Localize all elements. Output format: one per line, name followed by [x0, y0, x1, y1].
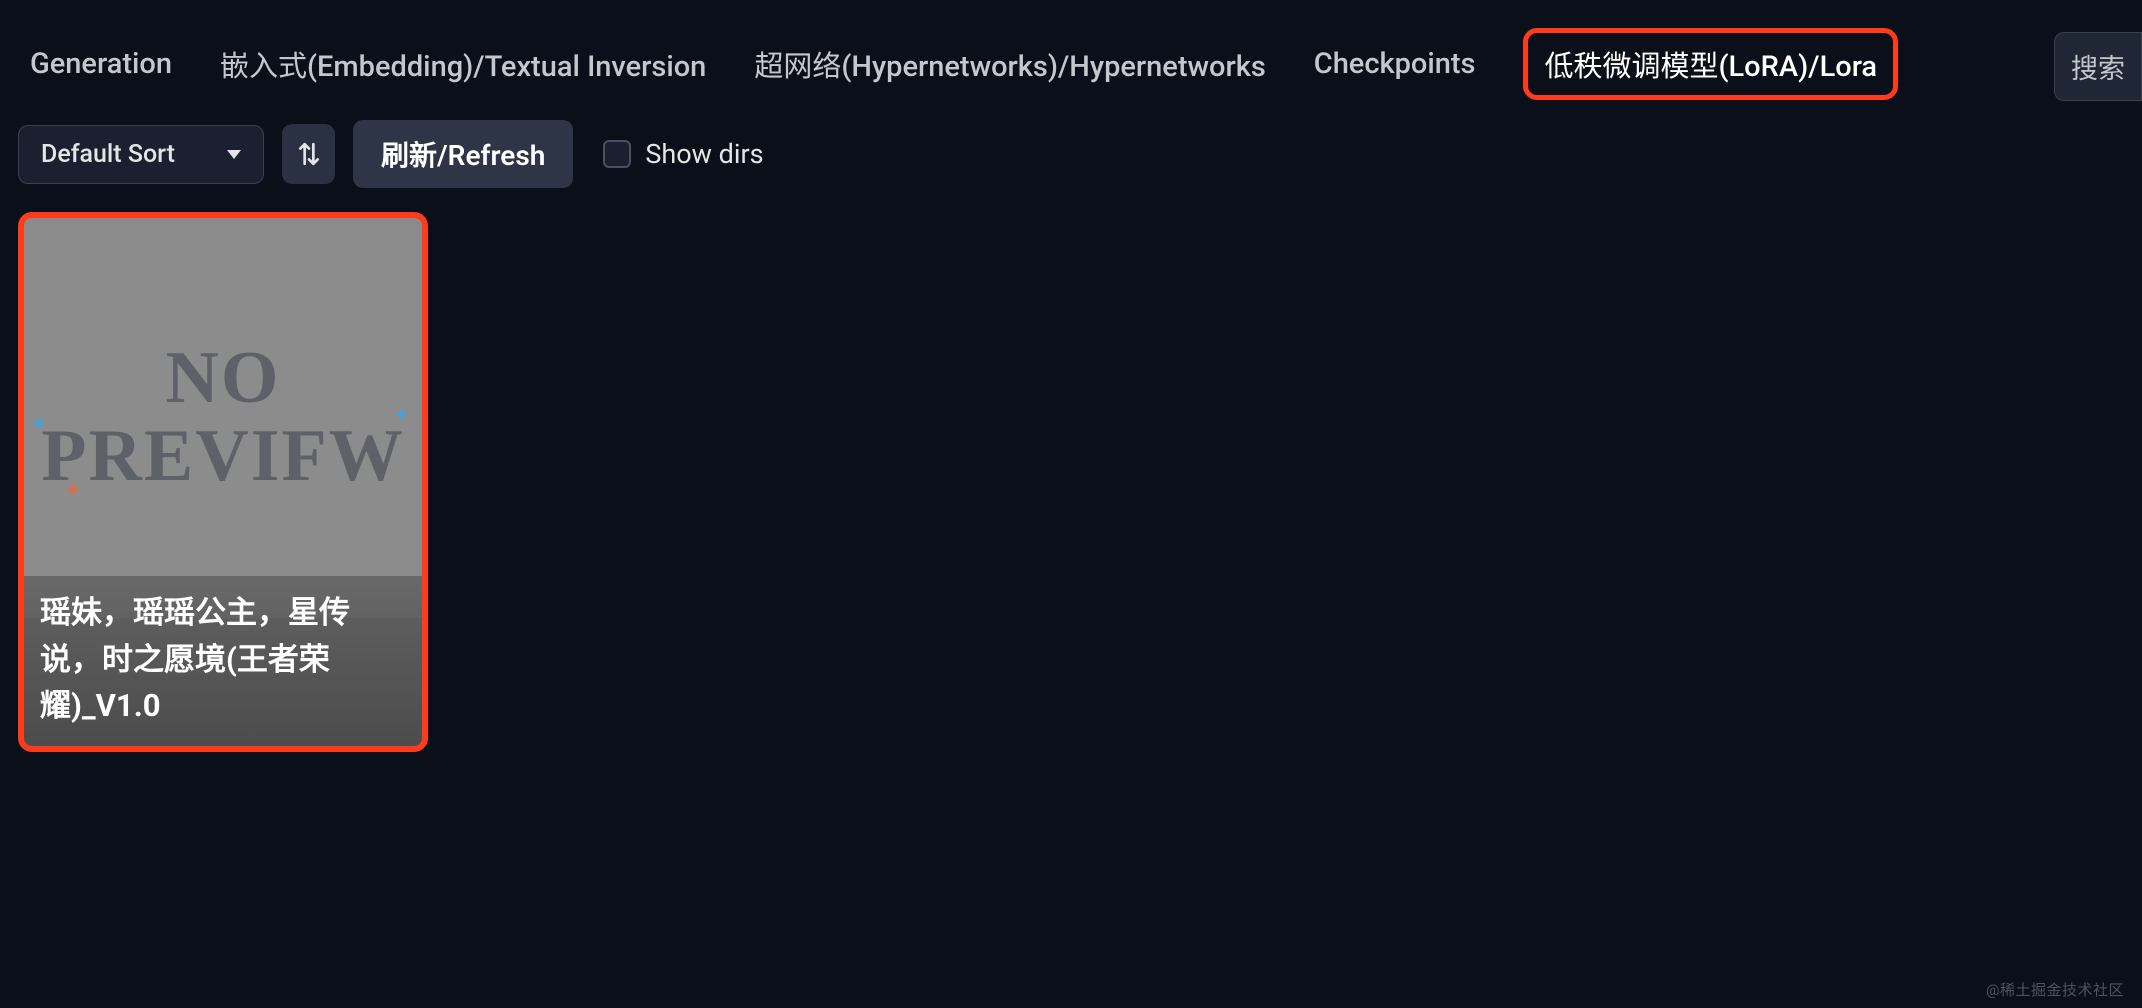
sort-dropdown[interactable]: Default Sort: [18, 125, 264, 184]
show-dirs-label: Show dirs: [645, 138, 763, 170]
no-preview-placeholder: NO PREVIFW ✦ ✦ ✦: [41, 340, 404, 495]
show-dirs-checkbox[interactable]: [603, 140, 631, 168]
tab-generation[interactable]: Generation: [30, 47, 172, 81]
sort-label: Default Sort: [41, 140, 175, 169]
tab-bar: Generation 嵌入式(Embedding)/Textual Invers…: [0, 0, 2142, 114]
refresh-button[interactable]: 刷新/Refresh: [353, 120, 573, 188]
tab-checkpoints[interactable]: Checkpoints: [1314, 47, 1476, 81]
caret-down-icon: [227, 150, 241, 159]
model-preview: NO PREVIFW ✦ ✦ ✦: [24, 218, 422, 618]
tab-hypernetworks[interactable]: 超网络(Hypernetworks)/Hypernetworks: [754, 43, 1265, 85]
watermark: @稀土掘金技术社区: [1986, 979, 2124, 1000]
search-button[interactable]: 搜索: [2054, 32, 2142, 101]
toolbar: Default Sort 刷新/Refresh Show dirs: [0, 114, 2142, 194]
tab-lora[interactable]: 低秩微调模型(LoRA)/Lora: [1523, 28, 1898, 100]
model-title: 瑶妹，瑶瑶公主，星传说，时之愿境(王者荣耀)_V1.0: [24, 576, 422, 746]
model-grid: NO PREVIFW ✦ ✦ ✦ 瑶妹，瑶瑶公主，星传说，时之愿境(王者荣耀)_…: [0, 194, 2142, 770]
swap-vertical-icon: [296, 141, 322, 167]
show-dirs-option: Show dirs: [603, 138, 763, 170]
tab-embedding[interactable]: 嵌入式(Embedding)/Textual Inversion: [220, 43, 706, 85]
model-card[interactable]: NO PREVIFW ✦ ✦ ✦ 瑶妹，瑶瑶公主，星传说，时之愿境(王者荣耀)_…: [18, 212, 428, 752]
sort-direction-button[interactable]: [282, 124, 335, 184]
